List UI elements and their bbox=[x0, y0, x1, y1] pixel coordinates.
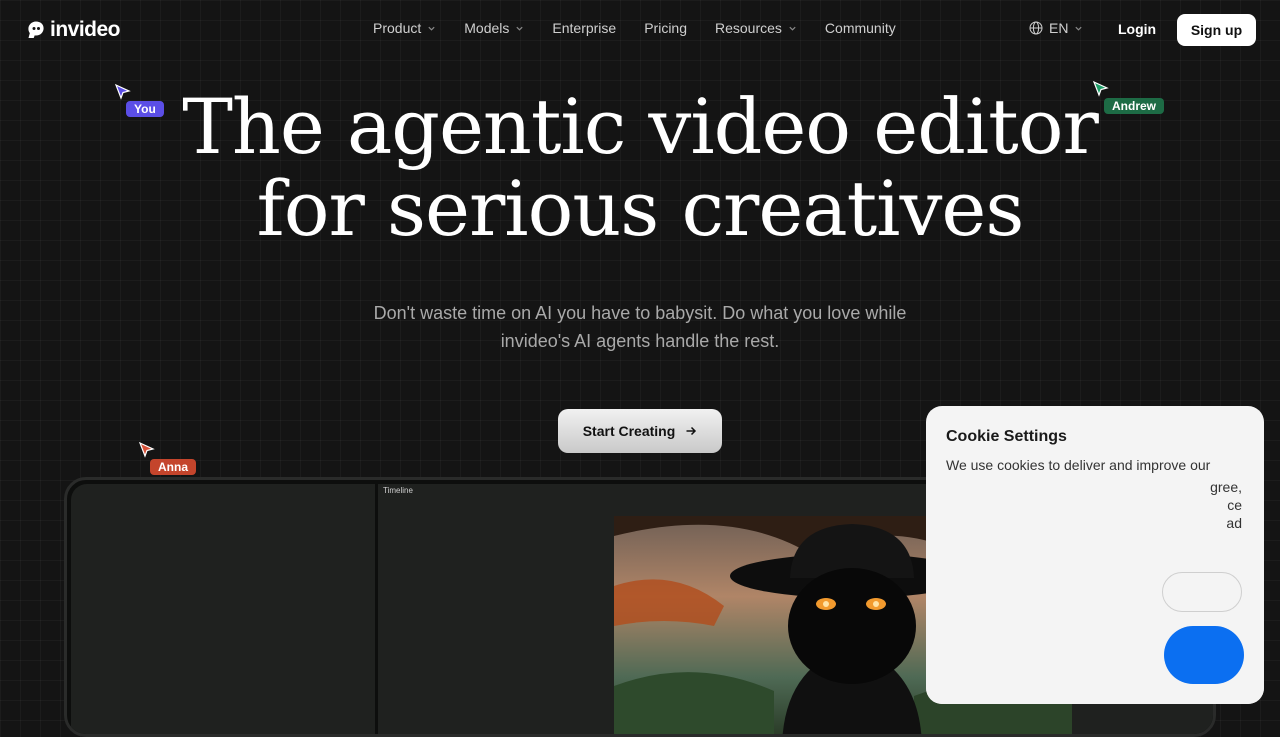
main-menu: Product Models Enterprise Pricing Resour… bbox=[373, 20, 924, 36]
nav-item-label: Enterprise bbox=[552, 20, 617, 36]
hero-subtitle: Don't waste time on AI you have to babys… bbox=[340, 299, 940, 355]
cursor-label-anna: Anna bbox=[150, 459, 196, 475]
top-navigation: invideo Product Models Enterprise Pricin… bbox=[0, 0, 1280, 60]
nav-item-resources[interactable]: Resources bbox=[715, 20, 797, 36]
nav-item-label: Models bbox=[464, 20, 510, 36]
cookie-settings-panel: Cookie Settings We use cookies to delive… bbox=[926, 406, 1264, 704]
language-label: EN bbox=[1049, 20, 1069, 36]
nav-item-product[interactable]: Product bbox=[373, 20, 436, 36]
nav-item-community[interactable]: Community bbox=[825, 20, 896, 36]
timeline-label: Timeline bbox=[383, 486, 413, 495]
cursor-arrow-icon bbox=[138, 441, 155, 458]
cookie-primary-button[interactable] bbox=[1164, 626, 1244, 684]
hero-subtitle-line-2: invideo's AI agents handle the rest. bbox=[500, 331, 780, 351]
chevron-down-icon bbox=[1075, 26, 1083, 31]
cookie-description: We use cookies to deliver and improve ou… bbox=[946, 457, 1211, 473]
globe-icon bbox=[1029, 21, 1043, 35]
nav-item-enterprise[interactable]: Enterprise bbox=[552, 20, 616, 36]
hero-title: The agentic video editor for serious cre… bbox=[140, 86, 1140, 250]
invideo-logo[interactable]: invideo bbox=[26, 18, 121, 42]
nav-item-label: Resources bbox=[715, 20, 782, 36]
nav-item-label: Product bbox=[373, 20, 422, 36]
language-selector[interactable]: EN bbox=[1029, 20, 1083, 36]
start-creating-label: Start Creating bbox=[582, 423, 676, 439]
editor-side-panel bbox=[71, 484, 375, 734]
chevron-down-icon bbox=[789, 26, 796, 31]
nav-item-pricing[interactable]: Pricing bbox=[644, 20, 687, 36]
chevron-down-icon bbox=[428, 26, 435, 31]
signup-button[interactable]: Sign up bbox=[1177, 14, 1256, 46]
nav-item-label: Community bbox=[824, 20, 896, 36]
hero-subtitle-line-1: Don't waste time on AI you have to babys… bbox=[373, 303, 907, 323]
arrow-right-icon bbox=[686, 426, 697, 436]
cookie-title: Cookie Settings bbox=[946, 428, 1067, 445]
nav-item-label: Pricing bbox=[644, 20, 687, 36]
login-link[interactable]: Login bbox=[1118, 21, 1156, 37]
cookie-text-fragment: gree, bbox=[1210, 479, 1242, 495]
cookie-secondary-button[interactable] bbox=[1162, 572, 1242, 612]
cookie-text-fragment: ce bbox=[1227, 497, 1242, 513]
brand-name: invideo bbox=[50, 18, 121, 41]
hero-title-line-2: for serious creatives bbox=[256, 164, 1025, 253]
start-creating-button[interactable]: Start Creating bbox=[558, 409, 722, 453]
cursor-arrow-icon bbox=[114, 83, 131, 100]
nav-item-models[interactable]: Models bbox=[464, 20, 524, 36]
cookie-text-fragment: ad bbox=[1226, 515, 1242, 531]
chevron-down-icon bbox=[516, 26, 524, 31]
hero-title-line-1: The agentic video editor bbox=[182, 82, 1099, 171]
invideo-logo-icon bbox=[28, 21, 44, 38]
